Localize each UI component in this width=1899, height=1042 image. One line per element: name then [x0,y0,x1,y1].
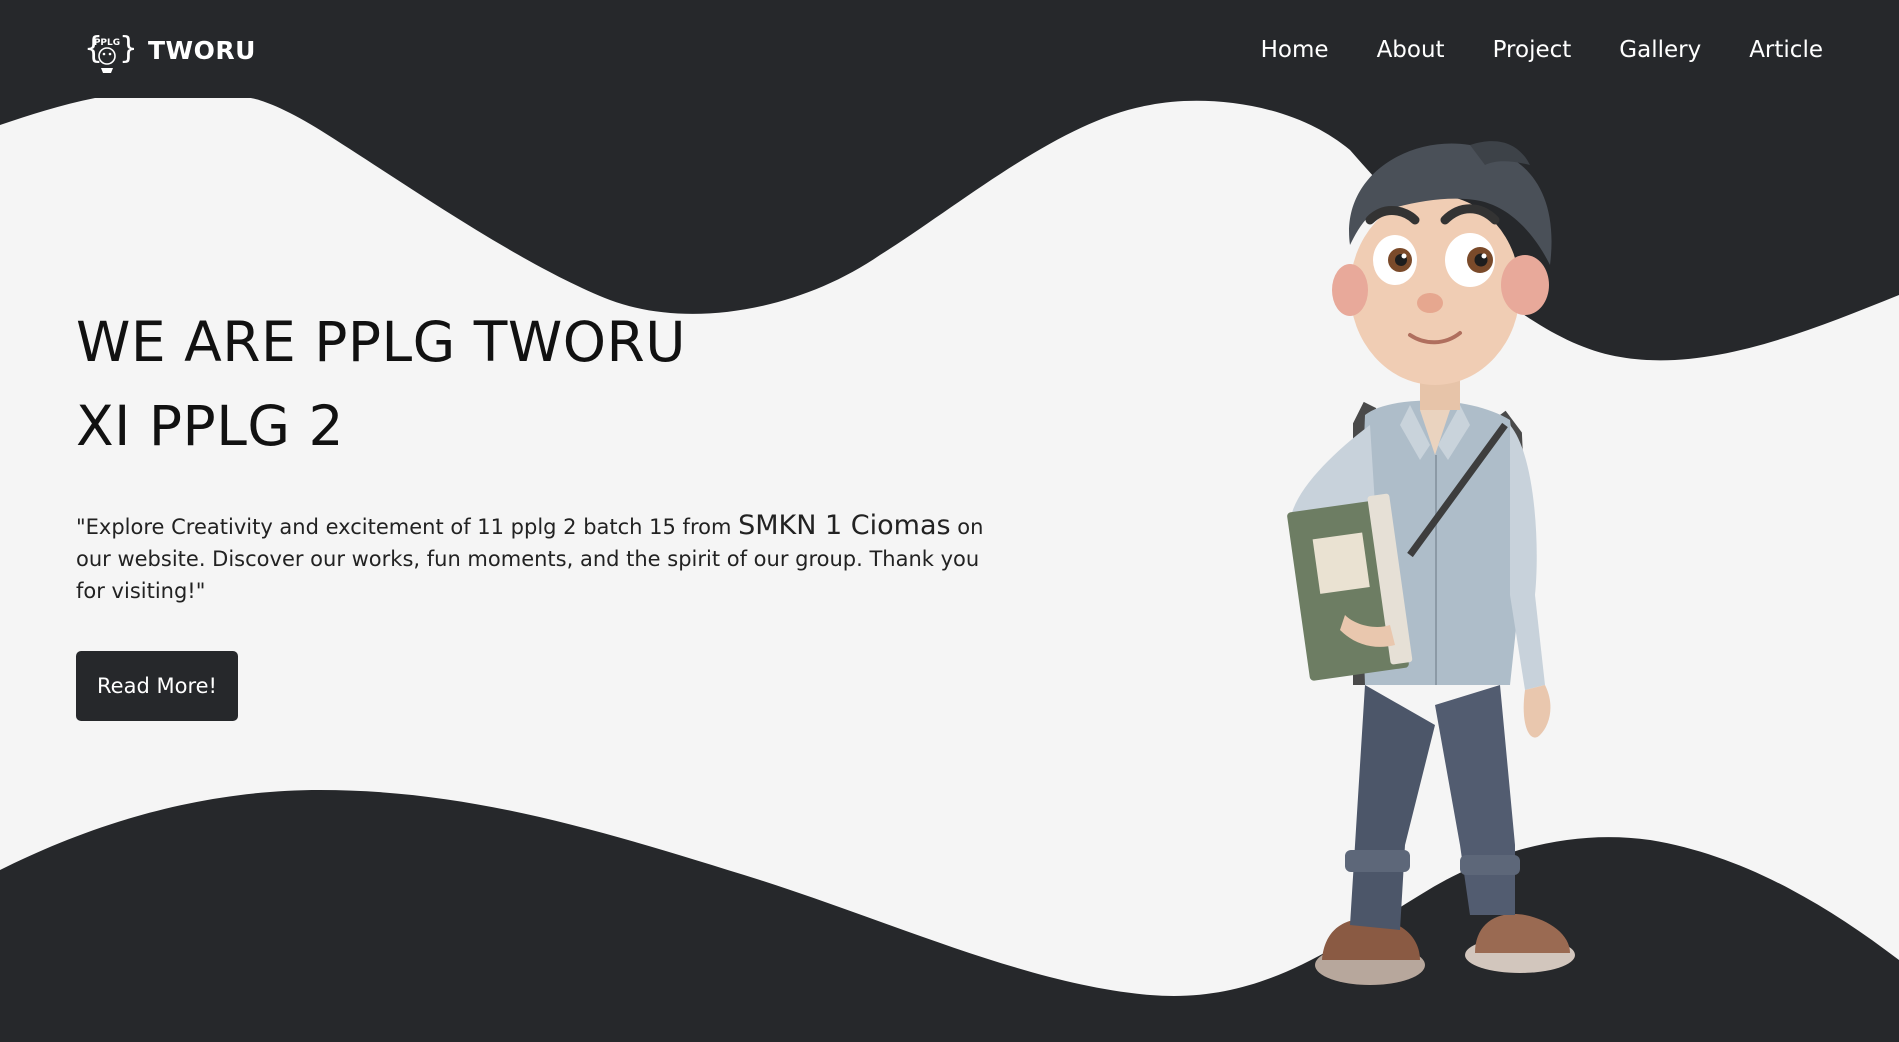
brand[interactable]: { } PPLG TWORU [80,23,256,77]
student-character-illustration [1287,141,1575,985]
nav-menu: Home About Project Gallery Article [1261,37,1823,63]
hero-title: WE ARE PPLG TWORU XI PPLG 2 [76,300,996,468]
brand-name: TWORU [148,35,256,65]
nav-link-project[interactable]: Project [1493,37,1572,63]
nav-link-home[interactable]: Home [1261,37,1329,63]
school-name: SMKN 1 Ciomas [738,510,951,541]
read-more-button[interactable]: Read More! [76,651,238,721]
hero-title-line1: WE ARE PPLG TWORU [76,310,687,374]
hero-description: "Explore Creativity and excitement of 11… [76,510,996,607]
logo-text: PPLG [94,38,120,48]
hero-description-intro: "Explore Creativity and excitement of 11… [76,515,739,539]
nav-link-article[interactable]: Article [1749,37,1823,63]
pplg-logo-icon: { } PPLG [84,31,134,73]
svg-text:}: } [119,31,134,66]
hero-section: WE ARE PPLG TWORU XI PPLG 2 "Explore Cre… [76,300,996,721]
nav-link-about[interactable]: About [1377,37,1445,63]
page: { } PPLG TWORU Home About Project Galler… [0,0,1899,1042]
hero-title-line2: XI PPLG 2 [76,394,344,458]
nav-link-gallery[interactable]: Gallery [1619,37,1701,63]
navbar: { } PPLG TWORU Home About Project Galler… [0,0,1899,100]
